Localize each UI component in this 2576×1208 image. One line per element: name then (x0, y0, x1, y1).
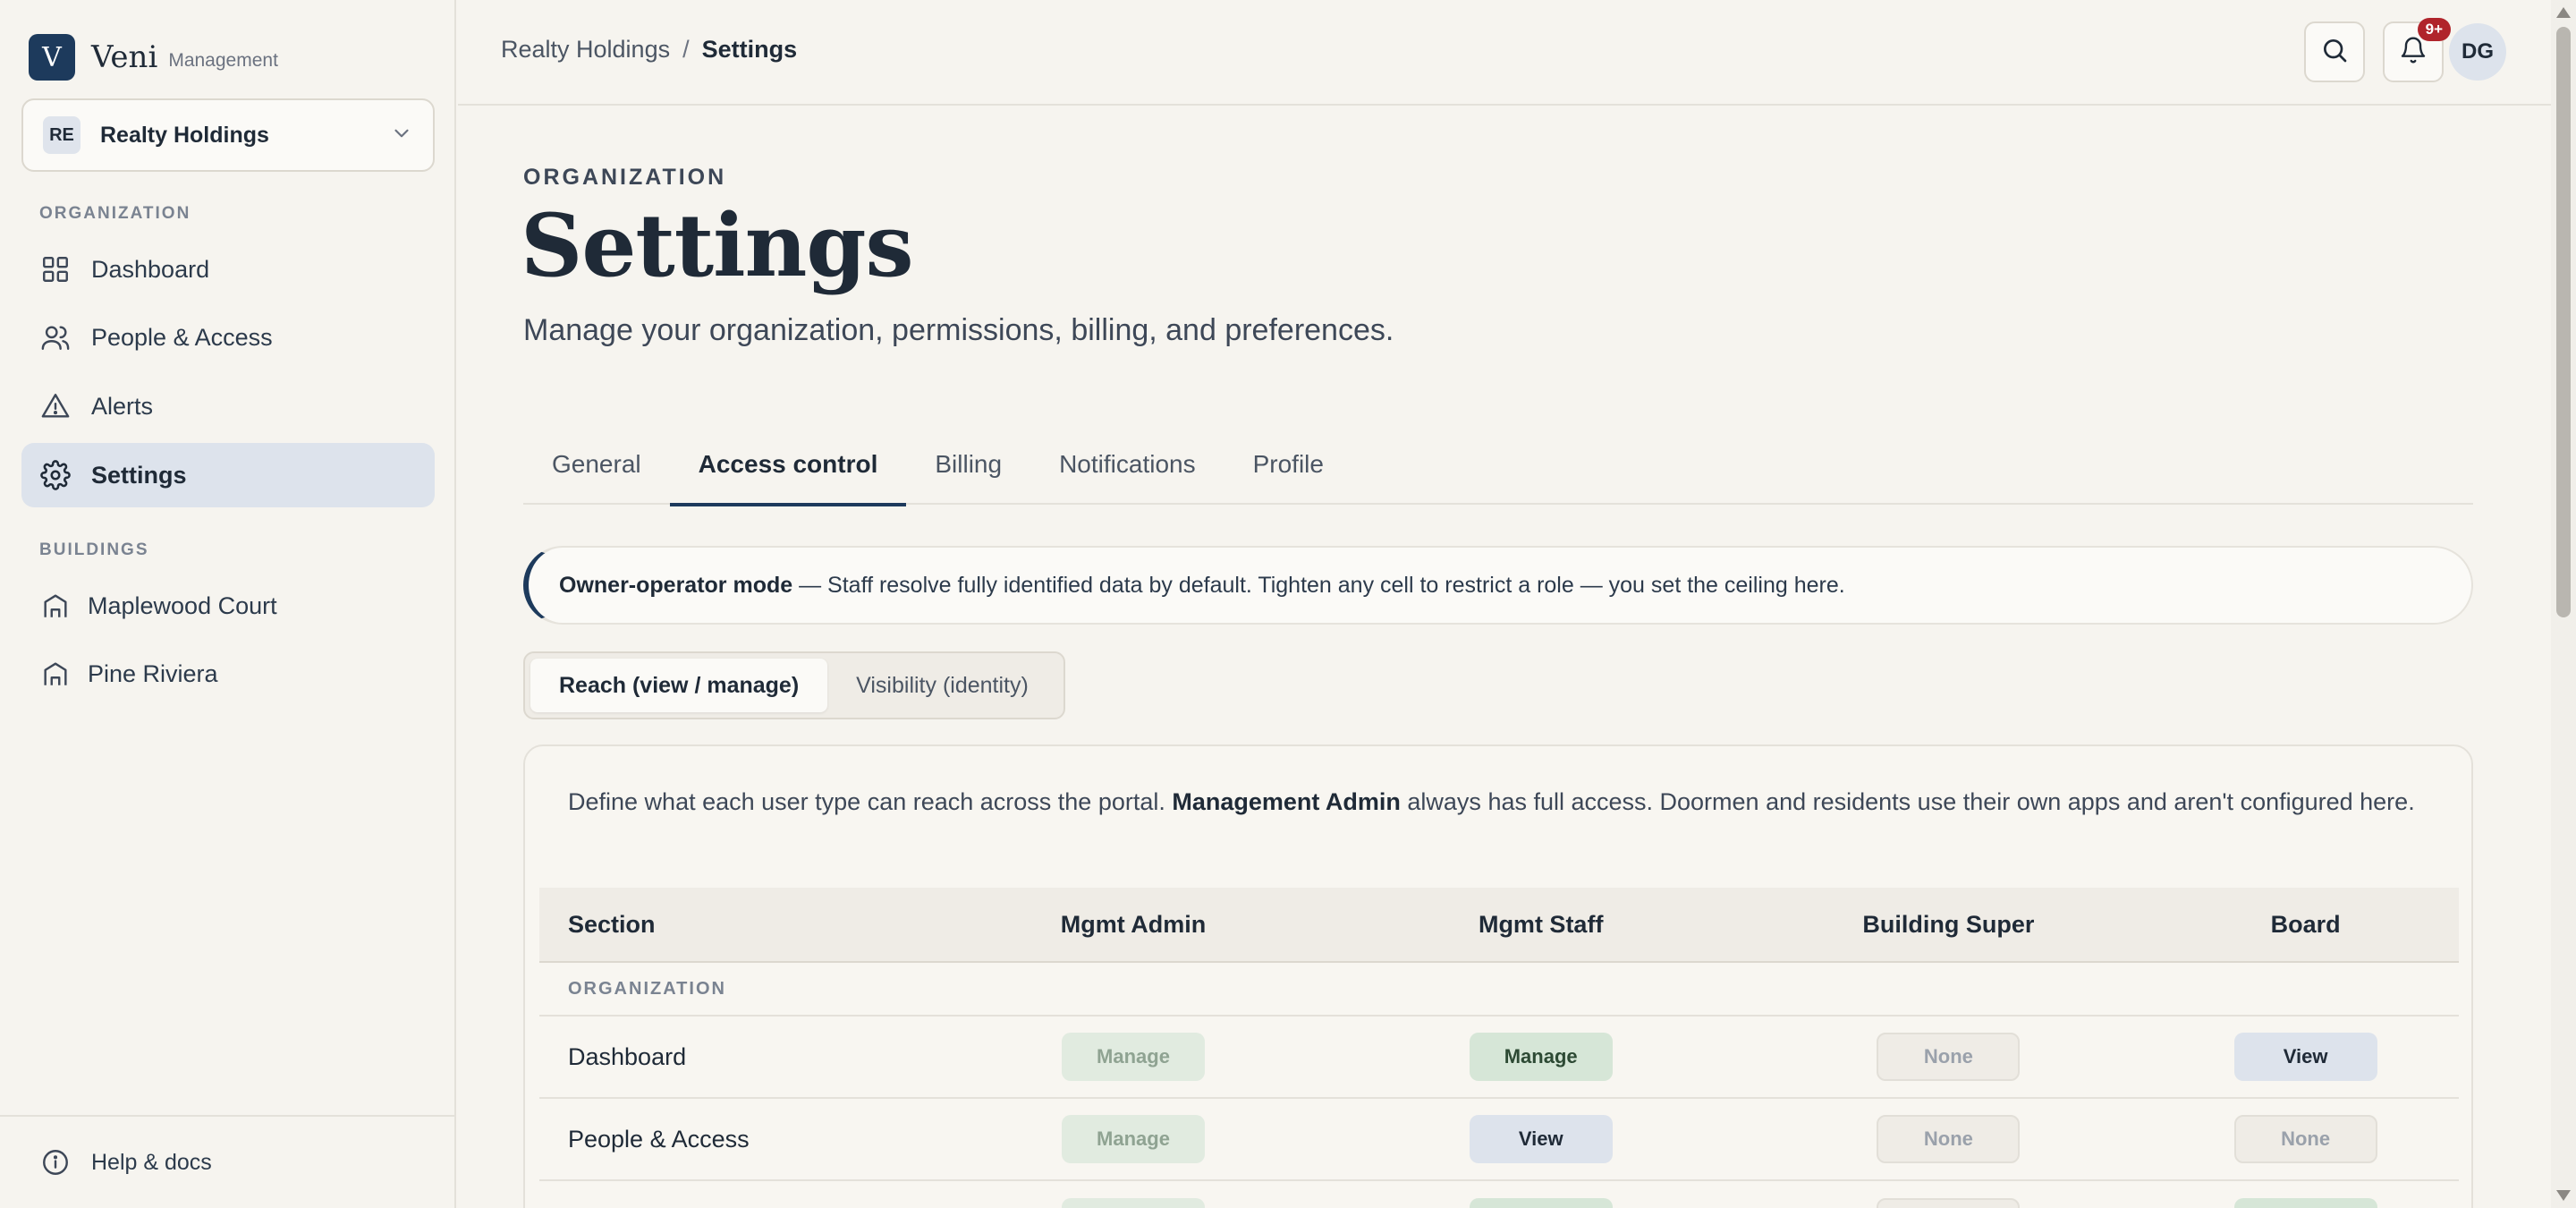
sidebar-item-people-access[interactable]: People & Access (21, 305, 435, 370)
people-icon (39, 321, 72, 353)
callout-text: — Staff resolve fully identified data by… (792, 572, 1845, 598)
page-title: Settings (521, 195, 914, 296)
permission-pill[interactable] (1877, 1198, 2021, 1208)
scroll-thumb[interactable] (2556, 27, 2571, 617)
table-row-partial (539, 1181, 2459, 1208)
column-header-mgmt-admin: Mgmt Admin (1060, 910, 1207, 938)
nav-section-buildings: BUILDINGS (39, 540, 149, 559)
breadcrumb-current: Settings (701, 36, 798, 63)
help-docs-label: Help & docs (91, 1149, 212, 1175)
column-header-building-super: Building Super (1862, 910, 2035, 938)
permissions-description: Define what each user type can reach acr… (568, 782, 2428, 821)
permission-pill[interactable]: View (2233, 1033, 2377, 1081)
scroll-up-arrow[interactable] (2556, 7, 2571, 18)
sidebar-item-alerts[interactable]: Alerts (21, 374, 435, 438)
table-row: People & Access Manage View None None (539, 1099, 2459, 1181)
permission-pill[interactable]: None (1877, 1115, 2021, 1163)
alert-triangle-icon (39, 390, 72, 422)
gear-icon (39, 459, 72, 491)
desc-text-2: always has full access. Doormen and resi… (1400, 788, 2415, 815)
brand-name: Veni (91, 39, 158, 75)
sidebar-item-label: Maplewood Court (88, 591, 277, 619)
column-header-mgmt-staff: Mgmt Staff (1478, 910, 1604, 938)
org-badge: RE (43, 116, 80, 154)
permission-pill-locked: Manage (1062, 1115, 1206, 1163)
page-scrollbar[interactable] (2551, 0, 2576, 1208)
org-switcher[interactable]: RE Realty Holdings (21, 98, 435, 172)
search-button[interactable] (2304, 21, 2365, 82)
nav-section-organization: ORGANIZATION (39, 204, 191, 223)
column-header-board: Board (2270, 910, 2341, 938)
page-subtitle: Manage your organization, permissions, b… (523, 313, 1394, 347)
breadcrumb-separator: / (682, 36, 690, 63)
desc-strong: Management Admin (1172, 788, 1401, 815)
sidebar-item-dashboard[interactable]: Dashboard (21, 237, 435, 302)
avatar[interactable]: DG (2449, 23, 2506, 81)
visibility-toggle-button[interactable]: Visibility (identity) (827, 659, 1057, 712)
tab-notifications[interactable]: Notifications (1030, 430, 1224, 505)
sidebar-item-label: Pine Riviera (88, 659, 218, 687)
permission-pill[interactable]: View (1469, 1115, 1613, 1163)
topbar: Realty Holdings / Settings 9+ DG (458, 0, 2551, 106)
help-docs-link[interactable]: Help & docs (0, 1115, 454, 1208)
access-mode-toggle: Reach (view / manage) Visibility (identi… (523, 651, 1065, 719)
table-row: Dashboard Manage Manage None View (539, 1017, 2459, 1099)
page-eyebrow: ORGANIZATION (523, 165, 727, 190)
sidebar: V Veni Management RE Realty Holdings ORG… (0, 0, 456, 1208)
chevron-down-icon (390, 122, 413, 149)
tab-profile[interactable]: Profile (1224, 430, 1352, 505)
building-icon (39, 658, 72, 690)
row-section-label: People & Access (568, 1125, 750, 1153)
building-icon (39, 590, 72, 622)
brand[interactable]: V Veni Management (29, 34, 278, 81)
permission-pill-locked: Manage (1062, 1033, 1206, 1081)
sidebar-item-label: People & Access (91, 323, 273, 351)
notification-count-badge: 9+ (2417, 18, 2451, 41)
owner-operator-callout: Owner-operator mode — Staff resolve full… (523, 546, 2473, 625)
sidebar-item-maplewood-court[interactable]: Maplewood Court (21, 574, 435, 638)
info-icon (39, 1146, 72, 1178)
main-content: ORGANIZATION Settings Manage your organi… (458, 107, 2551, 1208)
sidebar-item-label: Settings (91, 461, 187, 489)
desc-text-1: Define what each user type can reach acr… (568, 788, 1173, 815)
dashboard-grid-icon (39, 253, 72, 285)
callout-title: Owner-operator mode (559, 572, 793, 598)
permission-pill-locked (1062, 1198, 1206, 1208)
notifications-button[interactable]: 9+ (2383, 18, 2451, 82)
brand-logo: V (29, 34, 75, 81)
sidebar-item-pine-riviera[interactable]: Pine Riviera (21, 642, 435, 706)
breadcrumb-parent[interactable]: Realty Holdings (501, 36, 670, 63)
settings-tabs: General Access control Billing Notificat… (523, 430, 2473, 506)
bell-icon (2399, 36, 2428, 69)
permission-pill[interactable]: None (1877, 1033, 2021, 1081)
scroll-down-arrow[interactable] (2556, 1190, 2571, 1201)
table-group-organization: ORGANIZATION (539, 963, 2459, 1017)
table-header: Section Mgmt Admin Mgmt Staff Building S… (539, 888, 2459, 963)
permissions-card: Define what each user type can reach acr… (523, 744, 2473, 1208)
search-icon (2320, 36, 2349, 69)
sidebar-item-label: Dashboard (91, 255, 210, 283)
org-name: Realty Holdings (100, 122, 269, 148)
tab-access-control[interactable]: Access control (669, 430, 907, 506)
permission-pill[interactable] (2233, 1198, 2377, 1208)
breadcrumb: Realty Holdings / Settings (501, 36, 797, 64)
tab-billing[interactable]: Billing (906, 430, 1030, 505)
permission-pill[interactable] (1469, 1198, 1613, 1208)
permission-pill[interactable]: Manage (1469, 1033, 1613, 1081)
reach-toggle-button[interactable]: Reach (view / manage) (530, 659, 828, 712)
sidebar-item-settings[interactable]: Settings (21, 443, 435, 507)
brand-subtitle: Management (168, 50, 278, 71)
tab-general[interactable]: General (523, 430, 670, 505)
permissions-table: Section Mgmt Admin Mgmt Staff Building S… (539, 888, 2459, 1208)
row-section-label: Dashboard (568, 1042, 687, 1070)
column-header-section: Section (568, 910, 656, 938)
permission-pill[interactable]: None (2233, 1115, 2377, 1163)
sidebar-item-label: Alerts (91, 392, 154, 420)
